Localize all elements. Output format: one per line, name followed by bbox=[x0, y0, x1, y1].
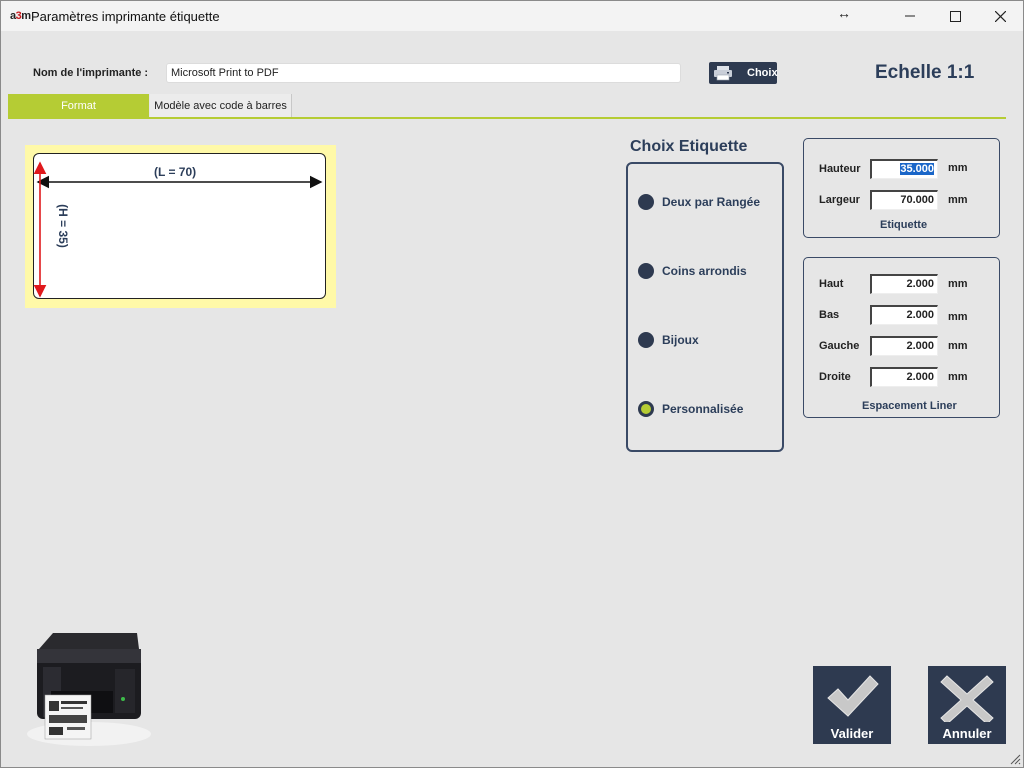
bottom-margin-label: Bas bbox=[819, 309, 840, 321]
tab-barcode-template[interactable]: Modèle avec code à barres bbox=[150, 94, 292, 117]
height-dimension-label: (H = 35) bbox=[56, 204, 70, 248]
radio-two-per-row[interactable]: Deux par Rangée bbox=[638, 194, 760, 210]
title-bar: a3m Paramètres imprimante étiquette ↔ bbox=[1, 1, 1023, 31]
printer-icon bbox=[713, 65, 733, 81]
validate-label: Valider bbox=[830, 726, 874, 741]
label-printer-settings-window: a3m Paramètres imprimante étiquette ↔ No… bbox=[0, 0, 1024, 768]
radio-custom[interactable]: Personnalisée bbox=[638, 401, 743, 417]
width-dimension-label: (L = 70) bbox=[154, 165, 197, 179]
minimize-icon bbox=[905, 15, 915, 17]
tab-underline bbox=[8, 117, 1006, 119]
radio-indicator bbox=[638, 263, 654, 279]
radio-label: Bijoux bbox=[662, 333, 699, 347]
top-margin-input[interactable]: 2.000 bbox=[870, 274, 938, 294]
radio-rounded-corners[interactable]: Coins arrondis bbox=[638, 263, 747, 279]
minimize-button[interactable] bbox=[887, 1, 933, 31]
height-label: Hauteur bbox=[819, 163, 861, 175]
window-title: Paramètres imprimante étiquette bbox=[31, 9, 220, 24]
maximize-button[interactable] bbox=[932, 1, 978, 31]
resize-cursor-icon: ↔ bbox=[837, 5, 851, 21]
tab-format[interactable]: Format bbox=[8, 94, 149, 117]
left-margin-input[interactable]: 2.000 bbox=[870, 336, 938, 356]
label-size-caption: Etiquette bbox=[880, 219, 928, 231]
radio-indicator bbox=[638, 332, 654, 348]
top-margin-label: Haut bbox=[819, 278, 844, 290]
radio-indicator bbox=[638, 194, 654, 210]
maximize-icon bbox=[949, 10, 961, 22]
height-unit: mm bbox=[948, 162, 968, 174]
radio-label: Coins arrondis bbox=[662, 264, 747, 278]
printer-name-label: Nom de l'imprimante : bbox=[33, 67, 149, 79]
scale-indicator: Echelle 1:1 bbox=[875, 62, 975, 83]
app-logo: a3m bbox=[10, 10, 31, 22]
close-icon bbox=[994, 10, 1006, 22]
bottom-margin-unit: mm bbox=[948, 311, 968, 323]
radio-jewelry[interactable]: Bijoux bbox=[638, 332, 699, 348]
liner-spacing-caption: Espacement Liner bbox=[862, 400, 957, 412]
choose-printer-button[interactable]: Choix bbox=[709, 62, 778, 84]
close-button[interactable] bbox=[977, 1, 1023, 31]
printer-name-input[interactable] bbox=[166, 63, 681, 83]
checkmark-icon bbox=[827, 675, 879, 717]
width-input[interactable]: 70.000 bbox=[870, 190, 938, 210]
right-margin-input[interactable]: 2.000 bbox=[870, 367, 938, 387]
cancel-x-icon bbox=[940, 675, 994, 722]
label-choice-title: Choix Etiquette bbox=[630, 138, 748, 155]
choose-printer-label: Choix bbox=[747, 67, 778, 79]
width-label: Largeur bbox=[819, 194, 860, 206]
resize-grip-icon[interactable] bbox=[1009, 753, 1021, 765]
top-margin-unit: mm bbox=[948, 278, 968, 290]
validate-button[interactable]: Valider bbox=[813, 666, 891, 744]
left-margin-label: Gauche bbox=[819, 340, 860, 352]
radio-label: Deux par Rangée bbox=[662, 195, 761, 209]
label-printer-illustration bbox=[27, 633, 151, 746]
right-margin-label: Droite bbox=[819, 371, 851, 383]
radio-indicator-selected bbox=[638, 401, 654, 417]
cancel-label: Annuler bbox=[942, 726, 992, 741]
left-margin-unit: mm bbox=[948, 340, 968, 352]
cancel-button[interactable]: Annuler bbox=[928, 666, 1006, 744]
height-input[interactable]: 35.000 bbox=[870, 159, 938, 179]
bottom-margin-input[interactable]: 2.000 bbox=[870, 305, 938, 325]
radio-label: Personnalisée bbox=[662, 402, 744, 416]
right-margin-unit: mm bbox=[948, 371, 968, 383]
width-unit: mm bbox=[948, 194, 968, 206]
